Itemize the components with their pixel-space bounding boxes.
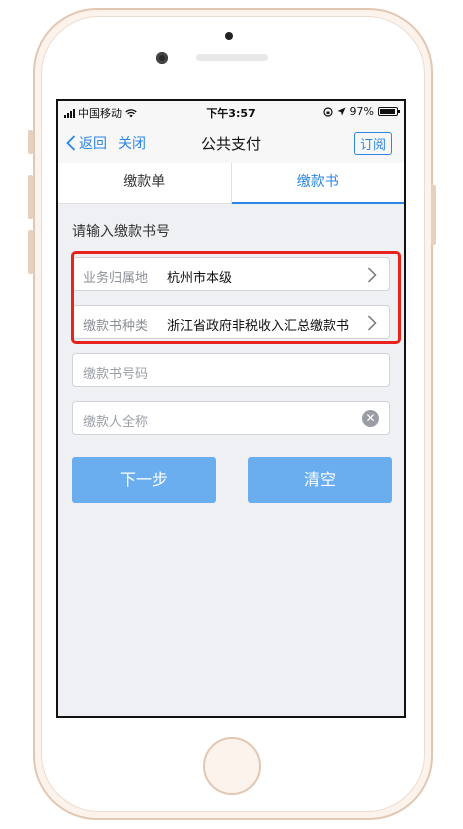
subscribe-button[interactable]: 订阅	[353, 132, 392, 155]
status-right: 97%	[322, 105, 400, 118]
side-button	[28, 175, 33, 219]
location-icon	[337, 107, 346, 116]
highlight-box	[71, 251, 401, 344]
doc-number-placeholder: 缴款书号码	[83, 367, 149, 382]
clear-button[interactable]: 清空	[248, 457, 392, 503]
payer-name-input[interactable]: 缴款人全称 ✕	[72, 401, 390, 435]
side-button	[28, 230, 33, 274]
side-button	[28, 130, 33, 154]
battery-icon	[378, 107, 400, 116]
payer-name-placeholder: 缴款人全称	[83, 415, 149, 430]
home-button[interactable]	[203, 737, 261, 795]
rotation-lock-icon	[322, 106, 333, 117]
section-label: 请输入缴款书号	[72, 224, 170, 240]
phone-screen: 中国移动 下午3:57 97% 返回 关闭 公共支付 订阅 缴款单 缴款书 请输…	[56, 99, 406, 718]
sensor-dot	[225, 32, 233, 40]
side-button	[431, 185, 436, 245]
clear-input-icon[interactable]: ✕	[362, 410, 379, 427]
status-bar: 中国移动 下午3:57 97%	[58, 101, 404, 123]
tab-payment-notice[interactable]: 缴款书	[231, 163, 405, 204]
doc-number-input[interactable]: 缴款书号码	[72, 353, 390, 387]
nav-bar: 返回 关闭 公共支付 订阅	[58, 123, 404, 163]
tab-payment-slip[interactable]: 缴款单	[58, 163, 231, 203]
tab-bar: 缴款单 缴款书	[58, 163, 404, 204]
next-button[interactable]: 下一步	[72, 457, 216, 503]
battery-percent: 97%	[349, 105, 374, 118]
page-title: 公共支付	[200, 135, 261, 153]
front-camera	[156, 52, 168, 64]
earpiece-speaker	[196, 54, 268, 61]
